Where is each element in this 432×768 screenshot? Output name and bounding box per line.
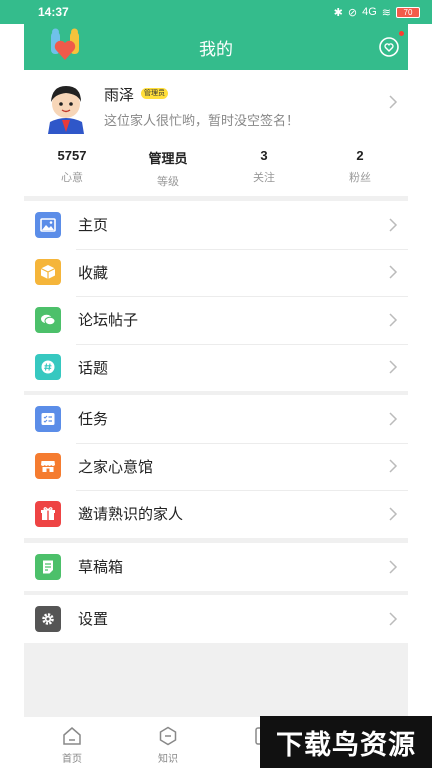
menu-item-label: 草稿箱: [78, 559, 124, 577]
stat-label: 等级: [157, 176, 179, 188]
battery-icon: 70: [396, 6, 420, 18]
menu-item-tasks[interactable]: 任务: [24, 395, 408, 443]
avatar[interactable]: [38, 78, 94, 134]
watermark: 下载鸟资源: [260, 716, 432, 768]
chevron-right-icon: [389, 360, 398, 374]
page-title: 我的: [199, 39, 233, 59]
draft-icon: [35, 553, 61, 580]
app-header: 我的: [24, 24, 408, 70]
main-content: 雨泽 管理员 这位家人很忙哟，暂时没空签名！ 5757 心意 管理员 等级 3 …: [24, 70, 408, 717]
username: 雨泽: [104, 87, 135, 104]
unread-dot: [399, 31, 404, 36]
menu-item-label: 话题: [78, 359, 109, 377]
system-icons: ✱ ⊘ 4G ≋ 70: [334, 6, 420, 19]
mute-icon: ⊘: [347, 6, 358, 19]
menu-item-settings[interactable]: 设置: [24, 595, 408, 643]
profile-card[interactable]: 雨泽 管理员 这位家人很忙哟，暂时没空签名！ 5757 心意 管理员 等级 3 …: [24, 70, 408, 196]
signature: 这位家人很忙哟，暂时没空签名！: [104, 113, 300, 128]
menu-item-label: 任务: [78, 411, 109, 429]
menu-item-label: 之家心意馆: [78, 458, 154, 476]
menu-group-activities: 任务 之家心意馆 邀请熟识的家人: [24, 395, 408, 538]
box-icon: [35, 259, 61, 286]
store-icon: [35, 453, 61, 480]
menu-group-settings: 设置: [24, 595, 408, 643]
stat-value: 管理员: [148, 151, 188, 166]
chevron-right-icon: [389, 560, 398, 574]
gift-icon: [35, 500, 61, 527]
tab-label: 首页: [62, 754, 82, 765]
chevron-right-icon: [389, 459, 398, 473]
chat-bubbles-icon: [35, 306, 61, 333]
status-bar: 14:37 ✱ ⊘ 4G ≋ 70: [0, 0, 432, 24]
menu-item-shop[interactable]: 之家心意馆: [24, 442, 408, 491]
tab-knowledge[interactable]: 知识: [120, 717, 216, 768]
role-badge: 管理员: [141, 88, 168, 99]
menu-item-home[interactable]: 主页: [24, 201, 408, 249]
menu-item-label: 邀请熟识的家人: [78, 506, 184, 524]
chevron-right-icon: [389, 313, 398, 327]
stat-label: 粉丝: [349, 172, 371, 184]
stat-label: 关注: [253, 172, 275, 184]
chevron-right-icon: [389, 265, 398, 279]
wifi-icon: ≋: [381, 6, 391, 19]
chevron-right-icon: [389, 218, 398, 232]
tab-home[interactable]: 首页: [24, 717, 120, 768]
menu-item-invite[interactable]: 邀请熟识的家人: [24, 490, 408, 538]
stat-label: 心意: [61, 172, 83, 184]
family-heart-logo: [51, 28, 79, 60]
menu-group-content: 主页 收藏 论坛帖子 话题: [24, 201, 408, 391]
menu-item-forum-posts[interactable]: 论坛帖子: [24, 296, 408, 344]
stat-value: 3: [260, 148, 268, 163]
gear-icon: [35, 605, 61, 632]
stat-level[interactable]: 管理员 等级: [120, 148, 216, 189]
stat-value: 2: [356, 148, 364, 163]
task-list-icon: [35, 405, 61, 432]
chevron-right-icon: [389, 612, 398, 626]
menu-item-favorites[interactable]: 收藏: [24, 248, 408, 297]
tab-label: 知识: [158, 754, 178, 765]
menu-item-label: 收藏: [78, 264, 109, 282]
chevron-right-icon: [389, 412, 398, 426]
message-heart-icon[interactable]: [378, 36, 400, 58]
home-icon: [63, 727, 81, 745]
bluetooth-icon: ✱: [333, 6, 343, 19]
menu-item-topics[interactable]: 话题: [24, 343, 408, 392]
menu-item-label: 论坛帖子: [78, 312, 139, 330]
stat-points[interactable]: 5757 心意: [24, 148, 120, 189]
menu-item-label: 主页: [78, 217, 109, 235]
chevron-right-icon: [389, 95, 398, 109]
status-time: 14:37: [38, 5, 69, 19]
signal-label: 4G: [362, 6, 377, 18]
knowledge-icon: [159, 726, 177, 746]
stat-following[interactable]: 3 关注: [216, 148, 312, 189]
menu-item-drafts[interactable]: 草稿箱: [24, 543, 408, 591]
hashtag-icon: [35, 354, 61, 381]
menu-item-label: 设置: [78, 611, 109, 629]
chevron-right-icon: [389, 507, 398, 521]
stat-fans[interactable]: 2 粉丝: [312, 148, 408, 189]
stat-value: 5757: [57, 148, 87, 163]
menu-group-drafts: 草稿箱: [24, 543, 408, 591]
profile-stats: 5757 心意 管理员 等级 3 关注 2 粉丝: [24, 148, 408, 189]
image-icon: [35, 211, 61, 238]
